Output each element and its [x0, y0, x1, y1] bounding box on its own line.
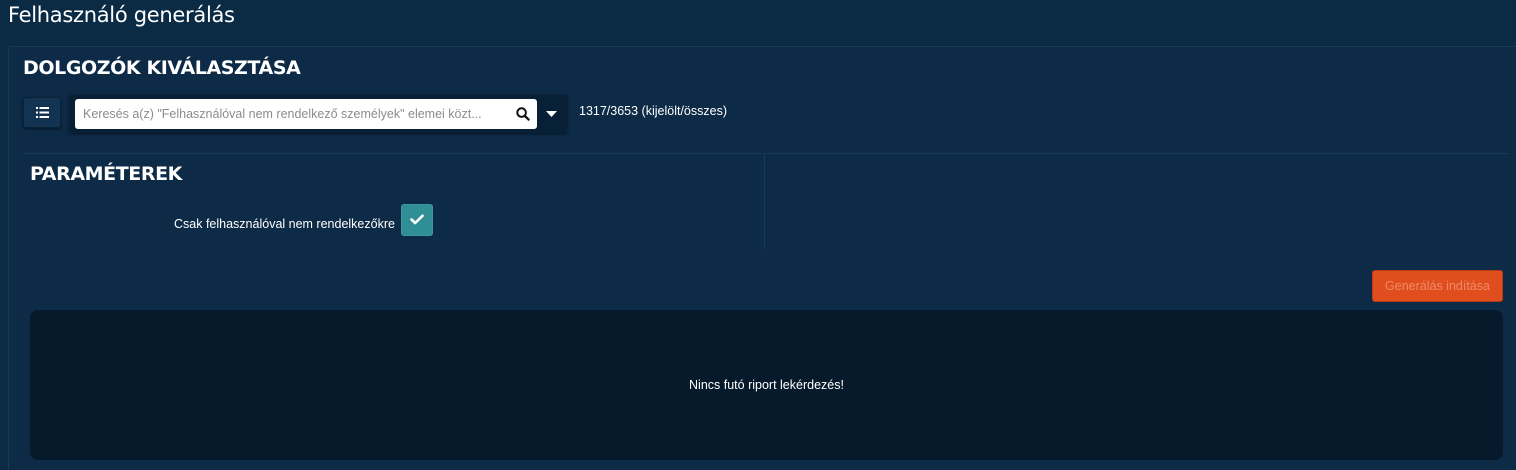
only-without-user-checkbox[interactable]: [401, 204, 433, 236]
selection-count: 1317/3653 (kijelölt/összes): [579, 104, 727, 118]
report-status-message: Nincs futó riport lekérdezés!: [689, 378, 844, 392]
list-view-button[interactable]: [23, 97, 61, 128]
only-without-user-label: Csak felhasználóval nem rendelkezőkre: [174, 217, 395, 231]
parameters-right-column: [765, 153, 1509, 249]
search-input[interactable]: [83, 99, 503, 129]
search-input-box: [75, 99, 537, 129]
search-icon[interactable]: [516, 107, 530, 121]
caret-down-icon: [546, 111, 557, 117]
employees-section-title: DOLGOZÓK KIVÁLASZTÁSA: [23, 57, 301, 79]
search-dropdown-button[interactable]: [539, 99, 565, 129]
list-icon: [36, 107, 49, 118]
start-generation-button[interactable]: Generálás indítása: [1372, 270, 1503, 302]
check-icon: [410, 214, 424, 225]
employee-search: [69, 95, 567, 133]
main-panel: DOLGOZÓK KIVÁLASZTÁSA 1317/3653 (kijelöl…: [8, 46, 1516, 470]
report-status-box: Nincs futó riport lekérdezés!: [30, 310, 1503, 460]
parameters-section-title: PARAMÉTEREK: [30, 163, 182, 185]
page-title: Felhasználó generálás: [8, 3, 235, 27]
